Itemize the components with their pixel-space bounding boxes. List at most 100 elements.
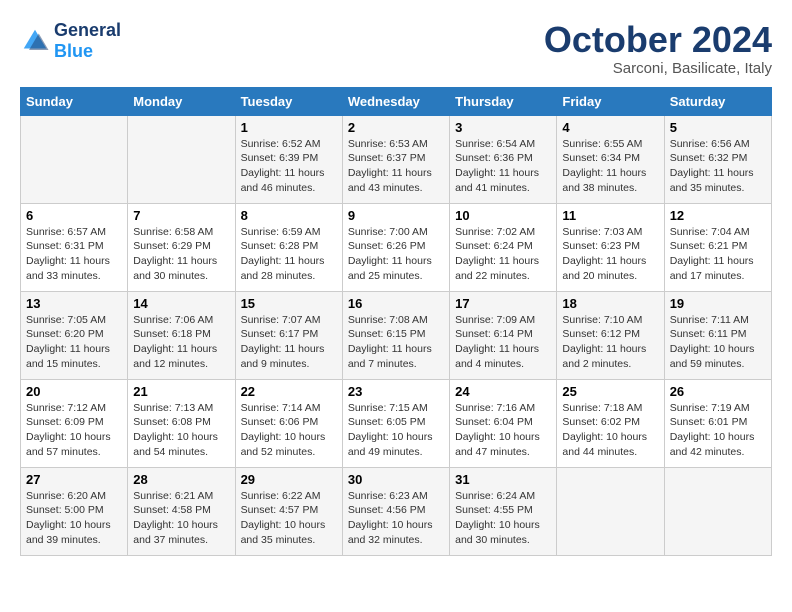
day-number: 13 (26, 296, 122, 311)
day-info: Sunrise: 7:19 AM Sunset: 6:01 PM Dayligh… (670, 401, 766, 460)
calendar-cell: 11 Sunrise: 7:03 AM Sunset: 6:23 PM Dayli… (557, 203, 664, 291)
day-number: 19 (670, 296, 766, 311)
day-number: 26 (670, 384, 766, 399)
calendar-cell: 6 Sunrise: 6:57 AM Sunset: 6:31 PM Daylig… (21, 203, 128, 291)
logo-icon (20, 26, 50, 56)
calendar-cell: 9Sunrise: 7:00 AM Sunset: 6:26 PM Daylig… (342, 203, 449, 291)
calendar-cell: 27 Sunrise: 6:20 AM Sunset: 5:00 PM Dayli… (21, 467, 128, 555)
day-number: 14 (133, 296, 229, 311)
day-number: 28 (133, 472, 229, 487)
calendar-cell: 7 Sunrise: 6:58 AM Sunset: 6:29 PM Daylig… (128, 203, 235, 291)
day-number: 20 (26, 384, 122, 399)
calendar-week-5: 27 Sunrise: 6:20 AM Sunset: 5:00 PM Dayli… (21, 467, 772, 555)
day-number: 5 (670, 120, 766, 135)
day-info: Sunrise: 6:54 AM Sunset: 6:36 PM Dayligh… (455, 137, 551, 196)
day-number: 8 (241, 208, 337, 223)
location-subtitle: Sarconi, Basilicate, Italy (544, 60, 772, 77)
day-info: Sunrise: 7:18 AM Sunset: 6:02 PM Dayligh… (562, 401, 658, 460)
day-header-tuesday: Tuesday (235, 87, 342, 115)
day-number: 15 (241, 296, 337, 311)
day-info: Sunrise: 7:06 AM Sunset: 6:18 PM Dayligh… (133, 313, 229, 372)
logo: General Blue (20, 20, 121, 62)
day-info: Sunrise: 7:04 AM Sunset: 6:21 PM Dayligh… (670, 225, 766, 284)
day-number: 10 (455, 208, 551, 223)
calendar-cell: 10 Sunrise: 7:02 AM Sunset: 6:24 PM Dayli… (450, 203, 557, 291)
day-number: 12 (670, 208, 766, 223)
calendar-cell: 14 Sunrise: 7:06 AM Sunset: 6:18 PM Dayli… (128, 291, 235, 379)
day-number: 3 (455, 120, 551, 135)
day-info: Sunrise: 7:11 AM Sunset: 6:11 PM Dayligh… (670, 313, 766, 372)
calendar-cell: 31Sunrise: 6:24 AM Sunset: 4:55 PM Dayli… (450, 467, 557, 555)
calendar-cell: 28 Sunrise: 6:21 AM Sunset: 4:58 PM Dayli… (128, 467, 235, 555)
day-info: Sunrise: 7:02 AM Sunset: 6:24 PM Dayligh… (455, 225, 551, 284)
calendar-cell: 16 Sunrise: 7:08 AM Sunset: 6:15 PM Dayli… (342, 291, 449, 379)
day-number: 21 (133, 384, 229, 399)
day-info: Sunrise: 7:00 AM Sunset: 6:26 PM Dayligh… (348, 225, 444, 284)
day-number: 27 (26, 472, 122, 487)
day-number: 16 (348, 296, 444, 311)
day-info: Sunrise: 6:58 AM Sunset: 6:29 PM Dayligh… (133, 225, 229, 284)
day-info: Sunrise: 7:10 AM Sunset: 6:12 PM Dayligh… (562, 313, 658, 372)
calendar-cell: 30Sunrise: 6:23 AM Sunset: 4:56 PM Dayli… (342, 467, 449, 555)
day-info: Sunrise: 6:53 AM Sunset: 6:37 PM Dayligh… (348, 137, 444, 196)
calendar-week-2: 6 Sunrise: 6:57 AM Sunset: 6:31 PM Daylig… (21, 203, 772, 291)
day-info: Sunrise: 7:13 AM Sunset: 6:08 PM Dayligh… (133, 401, 229, 460)
day-number: 18 (562, 296, 658, 311)
calendar-cell (21, 115, 128, 203)
day-info: Sunrise: 6:56 AM Sunset: 6:32 PM Dayligh… (670, 137, 766, 196)
day-number: 6 (26, 208, 122, 223)
calendar-cell: 29 Sunrise: 6:22 AM Sunset: 4:57 PM Dayli… (235, 467, 342, 555)
day-info: Sunrise: 7:16 AM Sunset: 6:04 PM Dayligh… (455, 401, 551, 460)
calendar-cell: 18 Sunrise: 7:10 AM Sunset: 6:12 PM Dayli… (557, 291, 664, 379)
calendar-cell: 8Sunrise: 6:59 AM Sunset: 6:28 PM Daylig… (235, 203, 342, 291)
day-header-wednesday: Wednesday (342, 87, 449, 115)
header-row: SundayMondayTuesdayWednesdayThursdayFrid… (21, 87, 772, 115)
calendar-cell: 26 Sunrise: 7:19 AM Sunset: 6:01 PM Dayli… (664, 379, 771, 467)
day-info: Sunrise: 6:21 AM Sunset: 4:58 PM Dayligh… (133, 489, 229, 548)
month-title: October 2024 (544, 20, 772, 60)
day-info: Sunrise: 7:15 AM Sunset: 6:05 PM Dayligh… (348, 401, 444, 460)
day-number: 1 (241, 120, 337, 135)
day-info: Sunrise: 7:07 AM Sunset: 6:17 PM Dayligh… (241, 313, 337, 372)
day-number: 30 (348, 472, 444, 487)
calendar-cell (557, 467, 664, 555)
calendar-cell: 15 Sunrise: 7:07 AM Sunset: 6:17 PM Dayli… (235, 291, 342, 379)
calendar-cell: 22Sunrise: 7:14 AM Sunset: 6:06 PM Dayli… (235, 379, 342, 467)
calendar-cell: 23 Sunrise: 7:15 AM Sunset: 6:05 PM Dayli… (342, 379, 449, 467)
calendar-cell: 3 Sunrise: 6:54 AM Sunset: 6:36 PM Daylig… (450, 115, 557, 203)
day-header-monday: Monday (128, 87, 235, 115)
calendar-cell: 20Sunrise: 7:12 AM Sunset: 6:09 PM Dayli… (21, 379, 128, 467)
day-number: 22 (241, 384, 337, 399)
day-info: Sunrise: 7:03 AM Sunset: 6:23 PM Dayligh… (562, 225, 658, 284)
calendar-header: SundayMondayTuesdayWednesdayThursdayFrid… (21, 87, 772, 115)
calendar-cell: 4Sunrise: 6:55 AM Sunset: 6:34 PM Daylig… (557, 115, 664, 203)
day-info: Sunrise: 6:24 AM Sunset: 4:55 PM Dayligh… (455, 489, 551, 548)
calendar-cell: 2Sunrise: 6:53 AM Sunset: 6:37 PM Daylig… (342, 115, 449, 203)
day-number: 11 (562, 208, 658, 223)
calendar-cell: 24Sunrise: 7:16 AM Sunset: 6:04 PM Dayli… (450, 379, 557, 467)
day-number: 4 (562, 120, 658, 135)
calendar-cell: 12 Sunrise: 7:04 AM Sunset: 6:21 PM Dayli… (664, 203, 771, 291)
day-info: Sunrise: 7:09 AM Sunset: 6:14 PM Dayligh… (455, 313, 551, 372)
day-number: 25 (562, 384, 658, 399)
day-header-thursday: Thursday (450, 87, 557, 115)
day-info: Sunrise: 6:57 AM Sunset: 6:31 PM Dayligh… (26, 225, 122, 284)
day-number: 23 (348, 384, 444, 399)
day-info: Sunrise: 6:20 AM Sunset: 5:00 PM Dayligh… (26, 489, 122, 548)
day-number: 29 (241, 472, 337, 487)
day-info: Sunrise: 7:05 AM Sunset: 6:20 PM Dayligh… (26, 313, 122, 372)
day-header-sunday: Sunday (21, 87, 128, 115)
page-header: General Blue October 2024 Sarconi, Basil… (20, 20, 772, 77)
calendar-cell (128, 115, 235, 203)
day-info: Sunrise: 7:08 AM Sunset: 6:15 PM Dayligh… (348, 313, 444, 372)
calendar-body: 1 Sunrise: 6:52 AM Sunset: 6:39 PM Daylig… (21, 115, 772, 555)
calendar-cell (664, 467, 771, 555)
calendar-cell: 5 Sunrise: 6:56 AM Sunset: 6:32 PM Daylig… (664, 115, 771, 203)
title-block: October 2024 Sarconi, Basilicate, Italy (544, 20, 772, 77)
calendar-table: SundayMondayTuesdayWednesdayThursdayFrid… (20, 87, 772, 556)
calendar-cell: 25 Sunrise: 7:18 AM Sunset: 6:02 PM Dayli… (557, 379, 664, 467)
day-info: Sunrise: 6:52 AM Sunset: 6:39 PM Dayligh… (241, 137, 337, 196)
day-number: 7 (133, 208, 229, 223)
calendar-cell: 17Sunrise: 7:09 AM Sunset: 6:14 PM Dayli… (450, 291, 557, 379)
day-info: Sunrise: 6:22 AM Sunset: 4:57 PM Dayligh… (241, 489, 337, 548)
